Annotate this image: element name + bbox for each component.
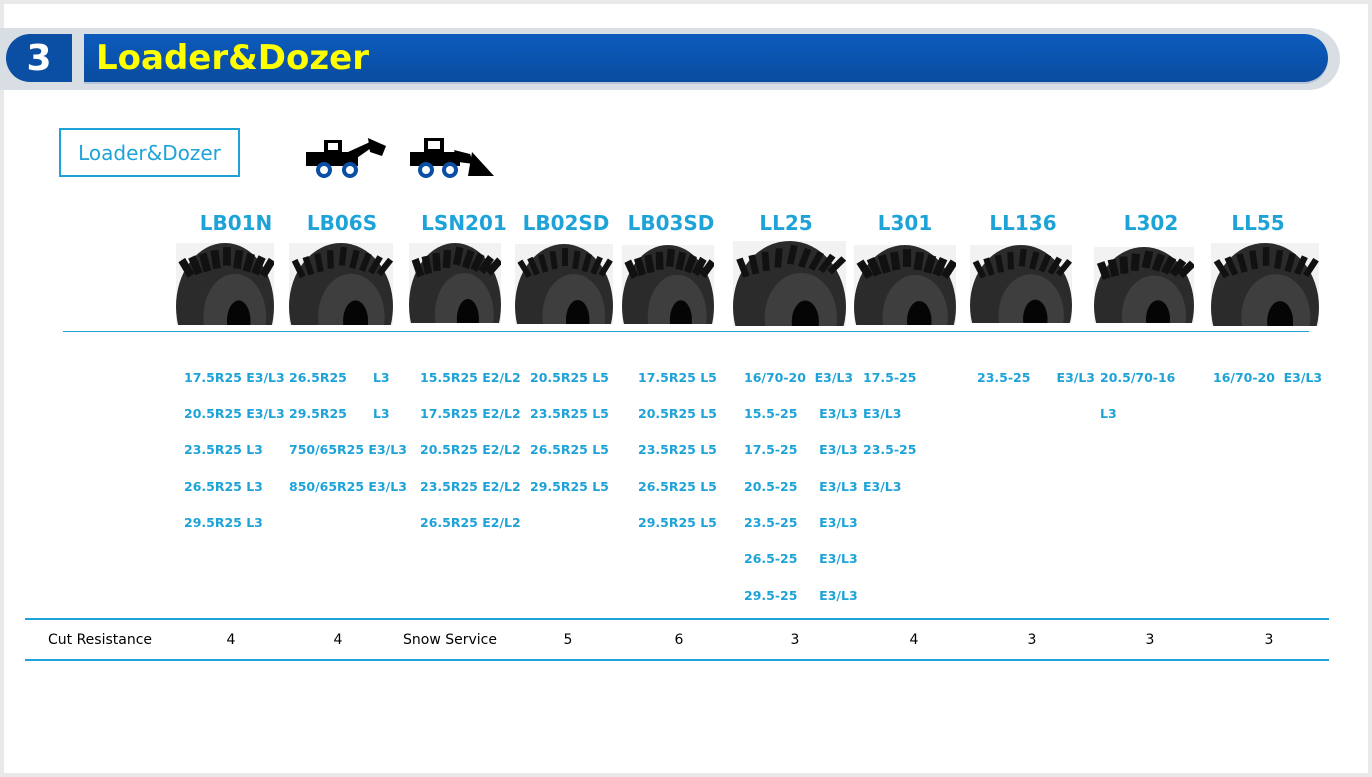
cut-resistance-value: 3 [790,632,800,648]
cut-resistance-value: 6 [674,632,684,648]
cut-resistance-value: 3 [1145,632,1155,648]
tire-size: 26.5R25 L5 [530,442,609,457]
tire-size: 26.5-25 E3/L3 [744,551,858,566]
tire-size: 20.5R25 L5 [530,370,609,385]
tire-size: 23.5-25 E3/L3 [977,370,1095,385]
tire-size: 26.5R25 L5 [638,479,717,494]
cut-resistance-value: Snow Service [403,632,497,648]
tire-size: 29.5R25 L3 [184,515,263,530]
tire-size: 26.5R25 L3 [184,479,263,494]
tire-size: 16/70-20 E3/L3 [744,370,854,385]
tire-size: 23.5R25 L5 [638,442,717,457]
model-name: LL136 [989,211,1057,235]
cut-resistance-value: 4 [226,632,236,648]
tire-image [970,245,1073,366]
cut-resistance-value: 3 [1264,632,1274,648]
tire-size: L3 [1100,406,1117,421]
cut-resistance-value: 3 [1027,632,1037,648]
tire-image [176,243,276,371]
tire-image [1211,243,1319,372]
tire-size: E3/L3 [863,406,902,421]
tire-size: 20.5/70-16 [1100,370,1176,385]
tire-size: 17.5R25 E3/L3 [184,370,285,385]
cut-resistance-value: 5 [563,632,573,648]
tire-size: 20.5-25 E3/L3 [744,479,858,494]
cut-resistance-value: 4 [333,632,343,648]
tire-size: 26.5R25 E2/L2 [420,515,521,530]
tire-image [1094,247,1196,365]
tire-size: 29.5R25 L3 [289,406,390,421]
cut-resistance-value: 4 [909,632,919,648]
tire-image [289,243,394,371]
section-number-badge: 3 [6,34,72,82]
tire-size: 850/65R25 E3/L3 [289,479,407,494]
tire-size: 29.5R25 L5 [638,515,717,530]
tire-size: 20.5R25 E3/L3 [184,406,285,421]
tire-size: 17.5-25 [863,370,917,385]
tire-size: 29.5-25 E3/L3 [744,588,858,603]
tire-size: 20.5R25 L5 [638,406,717,421]
tire-size: 15.5R25 E2/L2 [420,370,521,385]
tire-image [733,241,847,373]
tire-size: 15.5-25 E3/L3 [744,406,858,421]
slide [4,4,1368,773]
tire-image [854,245,958,369]
table-top-rule [25,618,1329,620]
model-name: LB06S [306,211,378,235]
tire-size: E3/L3 [863,479,902,494]
model-name: LL55 [1231,211,1285,235]
tire-image [622,245,716,368]
tire-size: 26.5R25 L3 [289,370,390,385]
category-tag: Loader&Dozer [59,128,240,177]
tire-size: 23.5-25 [863,442,917,457]
tire-size: 17.5R25 E2/L2 [420,406,521,421]
tire-size: 23.5R25 L5 [530,406,609,421]
tire-size: 29.5R25 L5 [530,479,609,494]
tire-size: 17.5R25 L5 [638,370,717,385]
tire-size: 17.5-25 E3/L3 [744,442,858,457]
tire-image [515,244,613,368]
page-title: Loader&Dozer [96,38,369,78]
tire-size: 20.5R25 E2/L2 [420,442,521,457]
table-bottom-rule [25,659,1329,661]
tire-image [409,243,503,367]
tire-size: 23.5R25 L3 [184,442,263,457]
tire-size: 23.5-25 E3/L3 [744,515,858,530]
divider-under-images [63,331,1309,332]
tire-size: 23.5R25 E2/L2 [420,479,521,494]
tire-size: 750/65R25 E3/L3 [289,442,407,457]
tire-size: 16/70-20 E3/L3 [1213,370,1323,385]
title-banner: Loader&Dozer [84,34,1328,82]
dozer-loader-icon [410,138,494,178]
cut-resistance-label: Cut Resistance [48,632,153,648]
wheel-loader-icon [306,138,386,178]
